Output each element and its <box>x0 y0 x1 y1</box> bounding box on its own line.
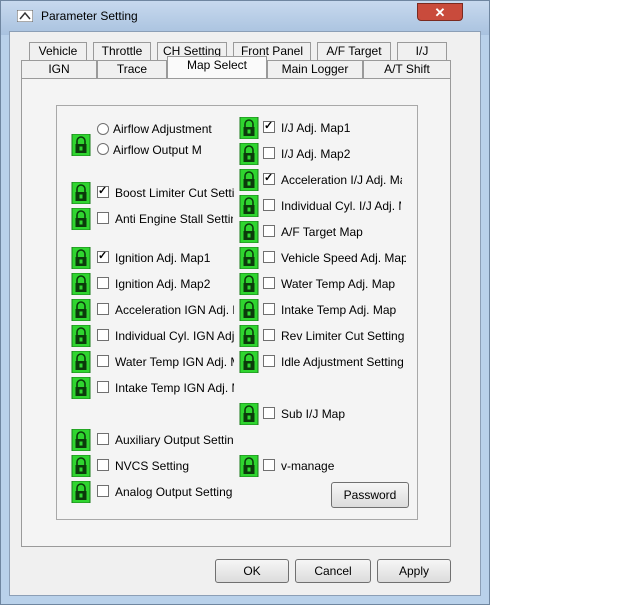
padlock-icon <box>71 481 91 503</box>
tab-trace[interactable]: Trace <box>97 60 167 78</box>
password-button[interactable]: Password <box>331 482 409 508</box>
close-button[interactable]: ✕ <box>417 3 463 21</box>
ij-adj-map1-checkbox[interactable] <box>263 119 275 133</box>
tab-vehicle[interactable]: Vehicle <box>29 42 87 60</box>
boost-limiter-cut-label: Boost Limiter Cut Setting <box>115 186 235 200</box>
padlock-icon <box>239 351 259 373</box>
padlock-icon <box>71 247 91 269</box>
nvcs-setting-checkbox[interactable] <box>97 459 109 471</box>
padlock-icon <box>71 325 91 347</box>
water-temp-adj-checkbox[interactable] <box>263 277 275 289</box>
anti-engine-stall-checkbox[interactable] <box>97 212 109 224</box>
water-temp-ign-checkbox[interactable] <box>97 355 109 367</box>
apply-button[interactable]: Apply <box>377 559 451 583</box>
ignition-adj-map2-label: Ignition Adj. Map2 <box>115 277 211 291</box>
padlock-icon <box>71 208 91 230</box>
tab-af-target[interactable]: A/F Target <box>317 42 391 60</box>
idle-adjustment-checkbox[interactable] <box>263 355 275 367</box>
padlock-icon <box>71 134 91 156</box>
v-manage-label: v-manage <box>281 459 335 473</box>
sub-ij-map-checkbox[interactable] <box>263 407 275 419</box>
tab-at-shift[interactable]: A/T Shift <box>363 60 451 78</box>
tab-throttle[interactable]: Throttle <box>93 42 151 60</box>
ignition-adj-map1-checkbox[interactable] <box>97 249 109 263</box>
analog-output-label: Analog Output Setting <box>115 485 233 499</box>
padlock-icon <box>239 143 259 165</box>
airflow-adjustment-radio[interactable] <box>97 123 109 135</box>
anti-engine-stall-label: Anti Engine Stall Setting <box>115 212 233 226</box>
sub-ij-map-label: Sub I/J Map <box>281 407 346 421</box>
acceleration-ij-adj-label: Acceleration I/J Adj. Map <box>281 173 402 187</box>
auxiliary-output-checkbox[interactable] <box>97 433 109 445</box>
padlock-icon <box>239 325 259 347</box>
padlock-icon <box>71 299 91 321</box>
tab-ign[interactable]: IGN <box>21 60 97 78</box>
ij-adj-map2-label: I/J Adj. Map2 <box>281 147 351 161</box>
individual-cyl-ign-checkbox[interactable] <box>97 329 109 341</box>
ij-adj-map2-checkbox[interactable] <box>263 147 275 159</box>
af-target-map-checkbox[interactable] <box>263 225 275 237</box>
individual-cyl-ign-label: Individual Cyl. IGN Adj. Map <box>115 329 234 343</box>
airflow-output-map-radio[interactable] <box>97 143 109 155</box>
padlock-icon <box>71 273 91 295</box>
app-icon <box>16 9 34 23</box>
padlock-icon <box>239 169 259 191</box>
tab-ij[interactable]: I/J <box>397 42 447 60</box>
padlock-icon <box>239 117 259 139</box>
rev-limiter-cut-checkbox[interactable] <box>263 329 275 341</box>
padlock-icon <box>239 273 259 295</box>
individual-cyl-ij-label: Individual Cyl. I/J Adj. Map <box>281 199 401 213</box>
intake-temp-ign-label: Intake Temp IGN Adj. Map <box>115 381 234 395</box>
padlock-icon <box>239 403 259 425</box>
padlock-icon <box>239 195 259 217</box>
vehicle-speed-adj-checkbox[interactable] <box>263 251 275 263</box>
padlock-icon <box>239 455 259 477</box>
airflow-adjustment-label: Airflow Adjustment <box>113 122 212 136</box>
window-title: Parameter Setting <box>41 9 138 23</box>
parameter-setting-window: Parameter Setting ✕ Vehicle Throttle CH … <box>0 0 490 605</box>
rev-limiter-cut-label: Rev Limiter Cut Setting <box>281 329 405 343</box>
ignition-adj-map2-checkbox[interactable] <box>97 277 109 289</box>
title-bar[interactable]: Parameter Setting ✕ <box>1 1 489 35</box>
ij-adj-map1-label: I/J Adj. Map1 <box>281 121 351 135</box>
intake-temp-adj-checkbox[interactable] <box>263 303 275 315</box>
padlock-icon <box>71 351 91 373</box>
padlock-icon <box>239 221 259 243</box>
intake-temp-ign-checkbox[interactable] <box>97 381 109 393</box>
intake-temp-adj-label: Intake Temp Adj. Map <box>281 303 397 317</box>
vehicle-speed-adj-label: Vehicle Speed Adj. Map <box>281 251 406 265</box>
tab-main-logger[interactable]: Main Logger <box>267 60 363 78</box>
boost-limiter-cut-checkbox[interactable] <box>97 184 109 198</box>
padlock-icon <box>71 429 91 451</box>
cancel-button[interactable]: Cancel <box>295 559 371 583</box>
analog-output-checkbox[interactable] <box>97 485 109 497</box>
individual-cyl-ij-checkbox[interactable] <box>263 199 275 211</box>
acceleration-ign-adj-checkbox[interactable] <box>97 303 109 315</box>
airflow-output-map-label: Airflow Output Map <box>113 143 201 157</box>
ignition-adj-map1-label: Ignition Adj. Map1 <box>115 251 211 265</box>
padlock-icon <box>239 299 259 321</box>
acceleration-ij-adj-checkbox[interactable] <box>263 171 275 185</box>
water-temp-adj-label: Water Temp Adj. Map <box>281 277 396 291</box>
auxiliary-output-label: Auxiliary Output Setting <box>115 433 233 447</box>
v-manage-checkbox[interactable] <box>263 459 275 471</box>
idle-adjustment-label: Idle Adjustment Setting <box>281 355 404 369</box>
padlock-icon <box>239 247 259 269</box>
acceleration-ign-adj-label: Acceleration IGN Adj. Map <box>115 303 234 317</box>
nvcs-setting-label: NVCS Setting <box>115 459 190 473</box>
padlock-icon <box>71 377 91 399</box>
af-target-map-label: A/F Target Map <box>281 225 363 239</box>
padlock-icon <box>71 455 91 477</box>
tab-map-select[interactable]: Map Select <box>167 56 267 78</box>
padlock-icon <box>71 182 91 204</box>
water-temp-ign-label: Water Temp IGN Adj. Map <box>115 355 234 369</box>
ok-button[interactable]: OK <box>215 559 289 583</box>
